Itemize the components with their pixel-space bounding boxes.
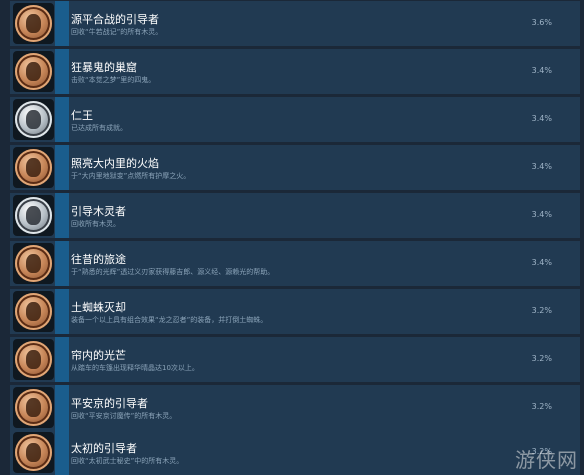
progress-strip (55, 97, 69, 142)
achievement-row[interactable]: 引导木灵者 回收所有木灵。 3.4% (10, 193, 580, 238)
achievement-title: 照亮大内里的火焰 (71, 157, 159, 170)
achievement-description: 回收“平安京讨魔传”的所有木灵。 (71, 412, 177, 420)
achievement-description: 已达成所有成就。 (71, 124, 127, 132)
achievement-percent: 3.2% (531, 306, 552, 315)
achievement-row[interactable]: 照亮大内里的火焰 于“大内里地狱变”点燃所有护摩之火。 3.4% (10, 145, 580, 190)
achievement-description: 回收“太初武士秘史”中的所有木灵。 (71, 457, 184, 465)
achievement-row[interactable]: 往昔的旅途 于“熟悉的光辉”透过义刃家获得藤吉郎、源义经、源赖光的帮助。 3.4… (10, 241, 580, 286)
progress-strip (55, 145, 69, 190)
achievement-medal-icon (13, 147, 54, 188)
achievement-row[interactable]: 土蜘蛛灭却 装备一个以上具有组合效果“龙之忍者”的装备，并打倒土蜘蛛。 3.2% (10, 289, 580, 334)
achievement-percent: 3.2% (531, 402, 552, 411)
achievement-description: 装备一个以上具有组合效果“龙之忍者”的装备，并打倒土蜘蛛。 (71, 316, 268, 324)
achievement-percent: 3.2% (531, 354, 552, 363)
achievement-medal-icon (13, 243, 54, 284)
achievement-percent: 3.4% (531, 162, 552, 171)
achievement-medal-icon (13, 3, 54, 44)
achievement-medal-icon (13, 432, 54, 473)
site-watermark: 游侠网 (515, 448, 578, 472)
progress-strip (55, 49, 69, 94)
achievement-medal-icon (13, 99, 54, 140)
achievement-percent: 3.4% (531, 210, 552, 219)
progress-strip (55, 289, 69, 334)
achievement-description: 于“熟悉的光辉”透过义刃家获得藤吉郎、源义经、源赖光的帮助。 (71, 268, 275, 276)
achievement-row[interactable]: 帘内的光芒 从踏车的车篷出现释华晴晶达10次以上。 3.2% (10, 337, 580, 382)
achievement-title: 平安京的引导者 (71, 397, 148, 410)
achievement-medal-icon (13, 51, 54, 92)
achievement-description: 回收所有木灵。 (71, 220, 120, 228)
achievement-title: 太初的引导者 (71, 442, 137, 455)
achievement-percent: 3.4% (531, 258, 552, 267)
achievement-medal-icon (13, 195, 54, 236)
achievement-title: 土蜘蛛灭却 (71, 301, 126, 314)
achievement-title: 帘内的光芒 (71, 349, 126, 362)
achievement-row[interactable]: 源平合战的引导者 回收“牛若战记”的所有木灵。 3.6% (10, 1, 580, 46)
achievement-title: 狂暴鬼的巢窟 (71, 61, 137, 74)
achievement-row[interactable]: 太初的引导者 回收“太初武士秘史”中的所有木灵。 3.2% (10, 430, 580, 475)
achievement-medal-icon (13, 339, 54, 380)
achievement-medal-icon (13, 387, 54, 428)
achievement-description: 于“大内里地狱变”点燃所有护摩之火。 (71, 172, 191, 180)
achievement-description: 回收“牛若战记”的所有木灵。 (71, 28, 163, 36)
achievement-list: 源平合战的引导者 回收“牛若战记”的所有木灵。 3.6% 狂暴鬼的巢窟 击败“本… (0, 0, 584, 475)
achievement-row[interactable]: 平安京的引导者 回收“平安京讨魔传”的所有木灵。 3.2% (10, 385, 580, 430)
progress-strip (55, 337, 69, 382)
achievement-title: 仁王 (71, 109, 93, 122)
progress-strip (55, 241, 69, 286)
achievement-percent: 3.6% (531, 18, 552, 27)
progress-strip (55, 430, 69, 475)
achievement-row[interactable]: 仁王 已达成所有成就。 3.4% (10, 97, 580, 142)
achievement-percent: 3.4% (531, 66, 552, 75)
achievement-percent: 3.4% (531, 114, 552, 123)
achievement-title: 往昔的旅途 (71, 253, 126, 266)
achievement-row[interactable]: 狂暴鬼的巢窟 击败“本觉之梦”里的四鬼。 3.4% (10, 49, 580, 94)
achievement-description: 从踏车的车篷出现释华晴晶达10次以上。 (71, 364, 199, 372)
progress-strip (55, 193, 69, 238)
achievement-title: 引导木灵者 (71, 205, 126, 218)
achievement-description: 击败“本觉之梦”里的四鬼。 (71, 76, 156, 84)
progress-strip (55, 385, 69, 430)
achievement-medal-icon (13, 291, 54, 332)
progress-strip (55, 1, 69, 46)
achievement-title: 源平合战的引导者 (71, 13, 159, 26)
